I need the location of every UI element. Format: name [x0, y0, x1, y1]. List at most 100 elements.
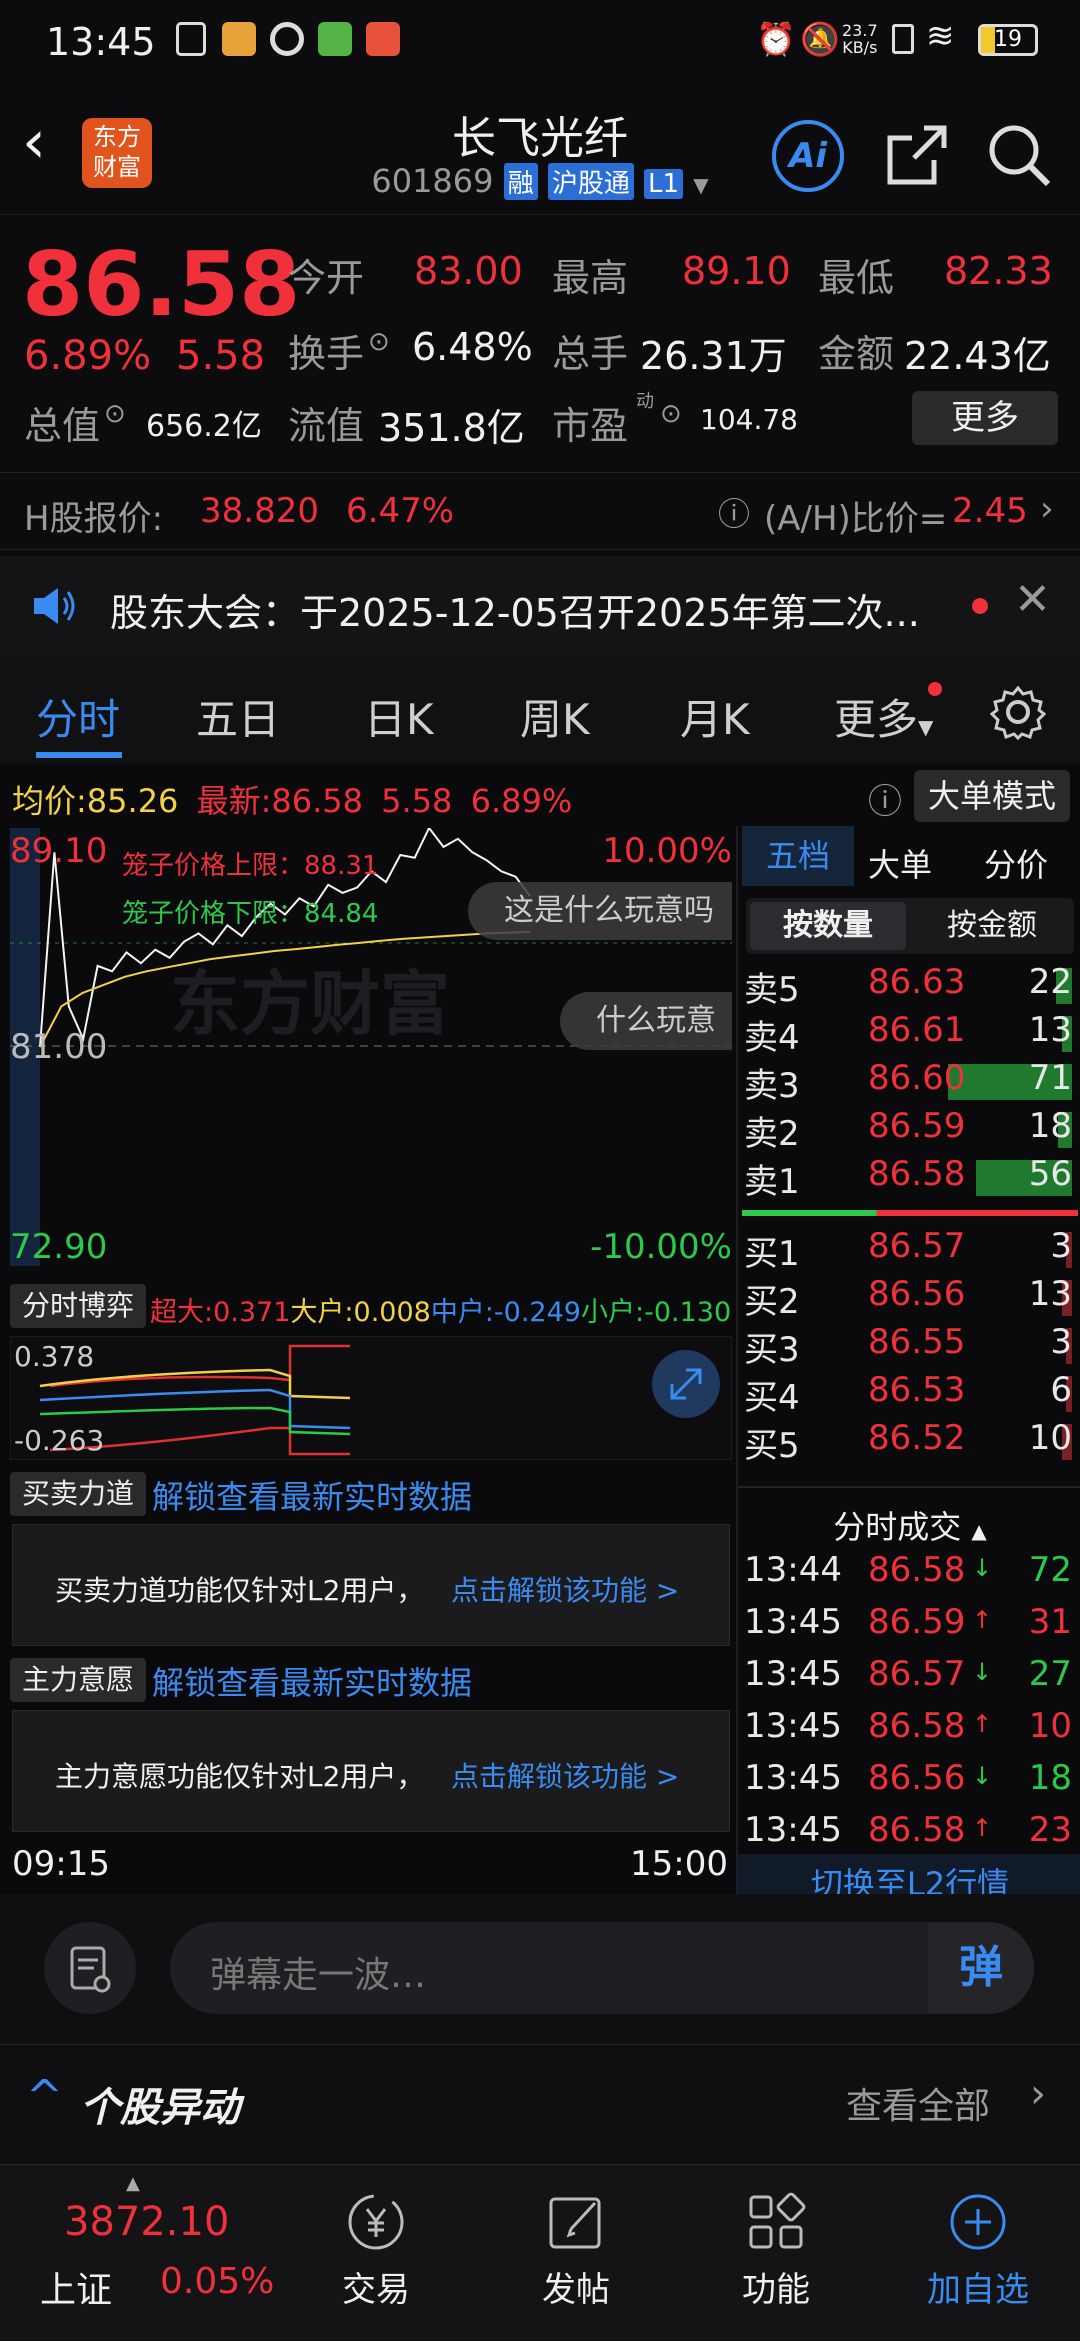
- app-notification-icon: [176, 22, 206, 56]
- ask-level-row[interactable]: 卖4 86.61 13: [738, 1010, 1078, 1058]
- info-icon[interactable]: ⊙: [660, 399, 682, 429]
- l2-lock-box[interactable]: 主力意愿功能仅针对L2用户， 点击解锁该功能 >: [12, 1710, 730, 1832]
- mode-by-quantity[interactable]: 按数量: [750, 902, 906, 950]
- unlock-feature-link[interactable]: 点击解锁该功能 >: [451, 1755, 679, 1795]
- help-icon[interactable]: ⓘ: [868, 774, 902, 823]
- chevron-down-icon[interactable]: ▼: [693, 173, 708, 197]
- level-price: 86.56: [868, 1274, 966, 1314]
- level-volume: 18: [1028, 1106, 1072, 1146]
- bid-level-row[interactable]: 买1 86.57 3: [738, 1226, 1078, 1274]
- more-quote-button[interactable]: 更多: [912, 391, 1058, 445]
- level-label: 买1: [744, 1234, 800, 1274]
- tab-daily-k[interactable]: 日K: [364, 686, 434, 747]
- help-icon[interactable]: ⓘ: [718, 489, 750, 535]
- capital-flow-legend: 超大:0.371大户:0.008中户:-0.249小户:-0.130: [150, 1297, 732, 1328]
- medium-value: -0.249: [493, 1297, 581, 1328]
- capital-flow-selector[interactable]: 分时博弈 ▼: [10, 1284, 146, 1363]
- announcement-bar[interactable]: 股东大会：于2025-12-05召开2025年第二次... ✕: [0, 556, 1080, 656]
- info-icon[interactable]: ⊙: [104, 399, 126, 429]
- tab-five-level[interactable]: 五档: [742, 826, 854, 886]
- pct-axis-top: 10.00%: [602, 831, 732, 871]
- status-bar: 13:45 ⏰ 🔕 23.7 KB/s ≋ 19: [0, 0, 1080, 84]
- stock-movers-header[interactable]: ^ 个股异动 查看全部 ›: [0, 2044, 1080, 2164]
- arrow-down-icon: ↓: [972, 1658, 993, 1686]
- level-price: 86.59: [868, 1106, 966, 1146]
- tab-more[interactable]: 更多▼: [834, 686, 933, 747]
- nav-functions[interactable]: 功能: [676, 2165, 876, 2341]
- tab-5day[interactable]: 五日: [196, 686, 280, 747]
- tab-big-order[interactable]: 大单: [868, 840, 932, 886]
- unlock-link[interactable]: 解锁查看最新实时数据: [152, 1658, 472, 1704]
- danmu-input[interactable]: 弹幕走一波… 弹: [170, 1922, 1034, 2014]
- unlock-feature-link[interactable]: 点击解锁该功能 >: [451, 1569, 679, 1609]
- h-share-label: H股报价:: [24, 499, 164, 539]
- h-share-row[interactable]: H股报价: 38.820 6.47% ⓘ (A/H)比价= 2.45 ›: [0, 472, 1080, 550]
- trade-price: 86.58: [868, 1810, 966, 1850]
- bottom-nav: ▲ 3872.10 上证 0.05% 交易 发帖 功能 加自选: [0, 2164, 1080, 2340]
- tab-intraday[interactable]: 分时: [36, 686, 120, 747]
- chevron-right-icon: ›: [1030, 2071, 1046, 2117]
- ask-level-row[interactable]: 卖5 86.63 22: [738, 962, 1078, 1010]
- trade-volume: 27: [1028, 1654, 1072, 1694]
- l2-lock-box[interactable]: 买卖力道功能仅针对L2用户， 点击解锁该功能 >: [12, 1524, 730, 1646]
- nav-trade[interactable]: 交易: [276, 2165, 476, 2341]
- level-label: 卖2: [744, 1114, 800, 1154]
- amount-label: 金额: [818, 332, 895, 376]
- high-value: 89.10: [682, 249, 791, 293]
- trade-volume: 18: [1028, 1758, 1072, 1798]
- index-ticker[interactable]: ▲ 3872.10 上证 0.05%: [0, 2165, 300, 2341]
- level-volume: 13: [1028, 1010, 1072, 1050]
- order-book-panel: 五档 大单 分价 按数量 按金额 卖5 86.63 22 卖4 86.61 13 卖3 86.…: [736, 826, 1080, 1914]
- trades-title[interactable]: 分时成交 ▲: [738, 1502, 1080, 1548]
- ask-level-row[interactable]: 卖2 86.59 18: [738, 1106, 1078, 1154]
- app-notification-icon: [366, 22, 400, 56]
- lock-message: 主力意愿功能仅针对L2用户，: [55, 1760, 425, 1793]
- big-order-mode-button[interactable]: 大单模式: [914, 770, 1070, 822]
- ask-level-row[interactable]: 卖3 86.60 71: [738, 1058, 1078, 1106]
- ai-assistant-button[interactable]: Ai: [772, 120, 844, 192]
- view-all-link[interactable]: 查看全部: [846, 2077, 990, 2129]
- float-label: 流值: [288, 404, 365, 448]
- mode-by-amount[interactable]: 按金额: [914, 902, 1070, 950]
- nav-add-watchlist[interactable]: 加自选: [878, 2165, 1078, 2341]
- super-large-value: 0.371: [213, 1297, 291, 1328]
- ask-level-row[interactable]: 卖1 86.58 56: [738, 1154, 1078, 1202]
- arrow-down-icon: ↓: [972, 1762, 993, 1790]
- danmu-settings-icon[interactable]: [44, 1922, 136, 2014]
- buy-sell-force-selector[interactable]: 买卖力道 ▼: [10, 1472, 146, 1551]
- level-volume: 71: [1028, 1058, 1072, 1098]
- bid-level-row[interactable]: 买2 86.56 13: [738, 1274, 1078, 1322]
- unlock-link[interactable]: 解锁查看最新实时数据: [152, 1472, 472, 1518]
- trade-price: 86.57: [868, 1654, 966, 1694]
- danmu-send-button[interactable]: 弹: [928, 1922, 1034, 2014]
- chart-info-line: 均价:85.26 最新:86.58 5.58 6.89%: [12, 782, 573, 820]
- low-value: 82.33: [944, 249, 1053, 293]
- high-label: 最高: [552, 256, 629, 300]
- level-price: 86.57: [868, 1226, 966, 1266]
- close-icon[interactable]: ✕: [1014, 574, 1051, 625]
- intraday-section: 均价:85.26 最新:86.58 5.58 6.89% ⓘ 大单模式 东方财富…: [0, 764, 1080, 1914]
- bid-level-row[interactable]: 买3 86.55 3: [738, 1322, 1078, 1370]
- tab-monthly-k[interactable]: 月K: [680, 686, 750, 747]
- trade-row: 13:45 86.58 ↑ 23: [738, 1810, 1078, 1860]
- danmu-bubble: 这是什么玩意吗: [468, 882, 732, 940]
- nav-post[interactable]: 发帖: [476, 2165, 676, 2341]
- tab-weekly-k[interactable]: 周K: [520, 686, 590, 747]
- gear-icon[interactable]: [990, 684, 1046, 740]
- main-force-selector[interactable]: 主力意愿 ▼: [10, 1658, 146, 1737]
- level-label: 买3: [744, 1330, 800, 1370]
- level-price: 86.60: [868, 1058, 966, 1098]
- alarm-icon: ⏰: [756, 20, 796, 58]
- watermark: 东方财富: [170, 963, 450, 1045]
- share-icon[interactable]: [884, 122, 950, 188]
- nav-add-watchlist-label: 加自选: [927, 2270, 1029, 2310]
- trade-row: 13:45 86.56 ↓ 18: [738, 1758, 1078, 1808]
- h-share-price: 38.820: [200, 491, 319, 531]
- info-icon[interactable]: ⊙: [368, 327, 390, 357]
- bid-level-row[interactable]: 买4 86.53 6: [738, 1370, 1078, 1418]
- search-icon[interactable]: [986, 122, 1052, 188]
- tab-price-level[interactable]: 分价: [984, 840, 1048, 886]
- chevron-up-icon[interactable]: ^: [26, 2071, 63, 2122]
- mute-icon: 🔕: [800, 20, 840, 58]
- bid-level-row[interactable]: 买5 86.52 10: [738, 1418, 1078, 1466]
